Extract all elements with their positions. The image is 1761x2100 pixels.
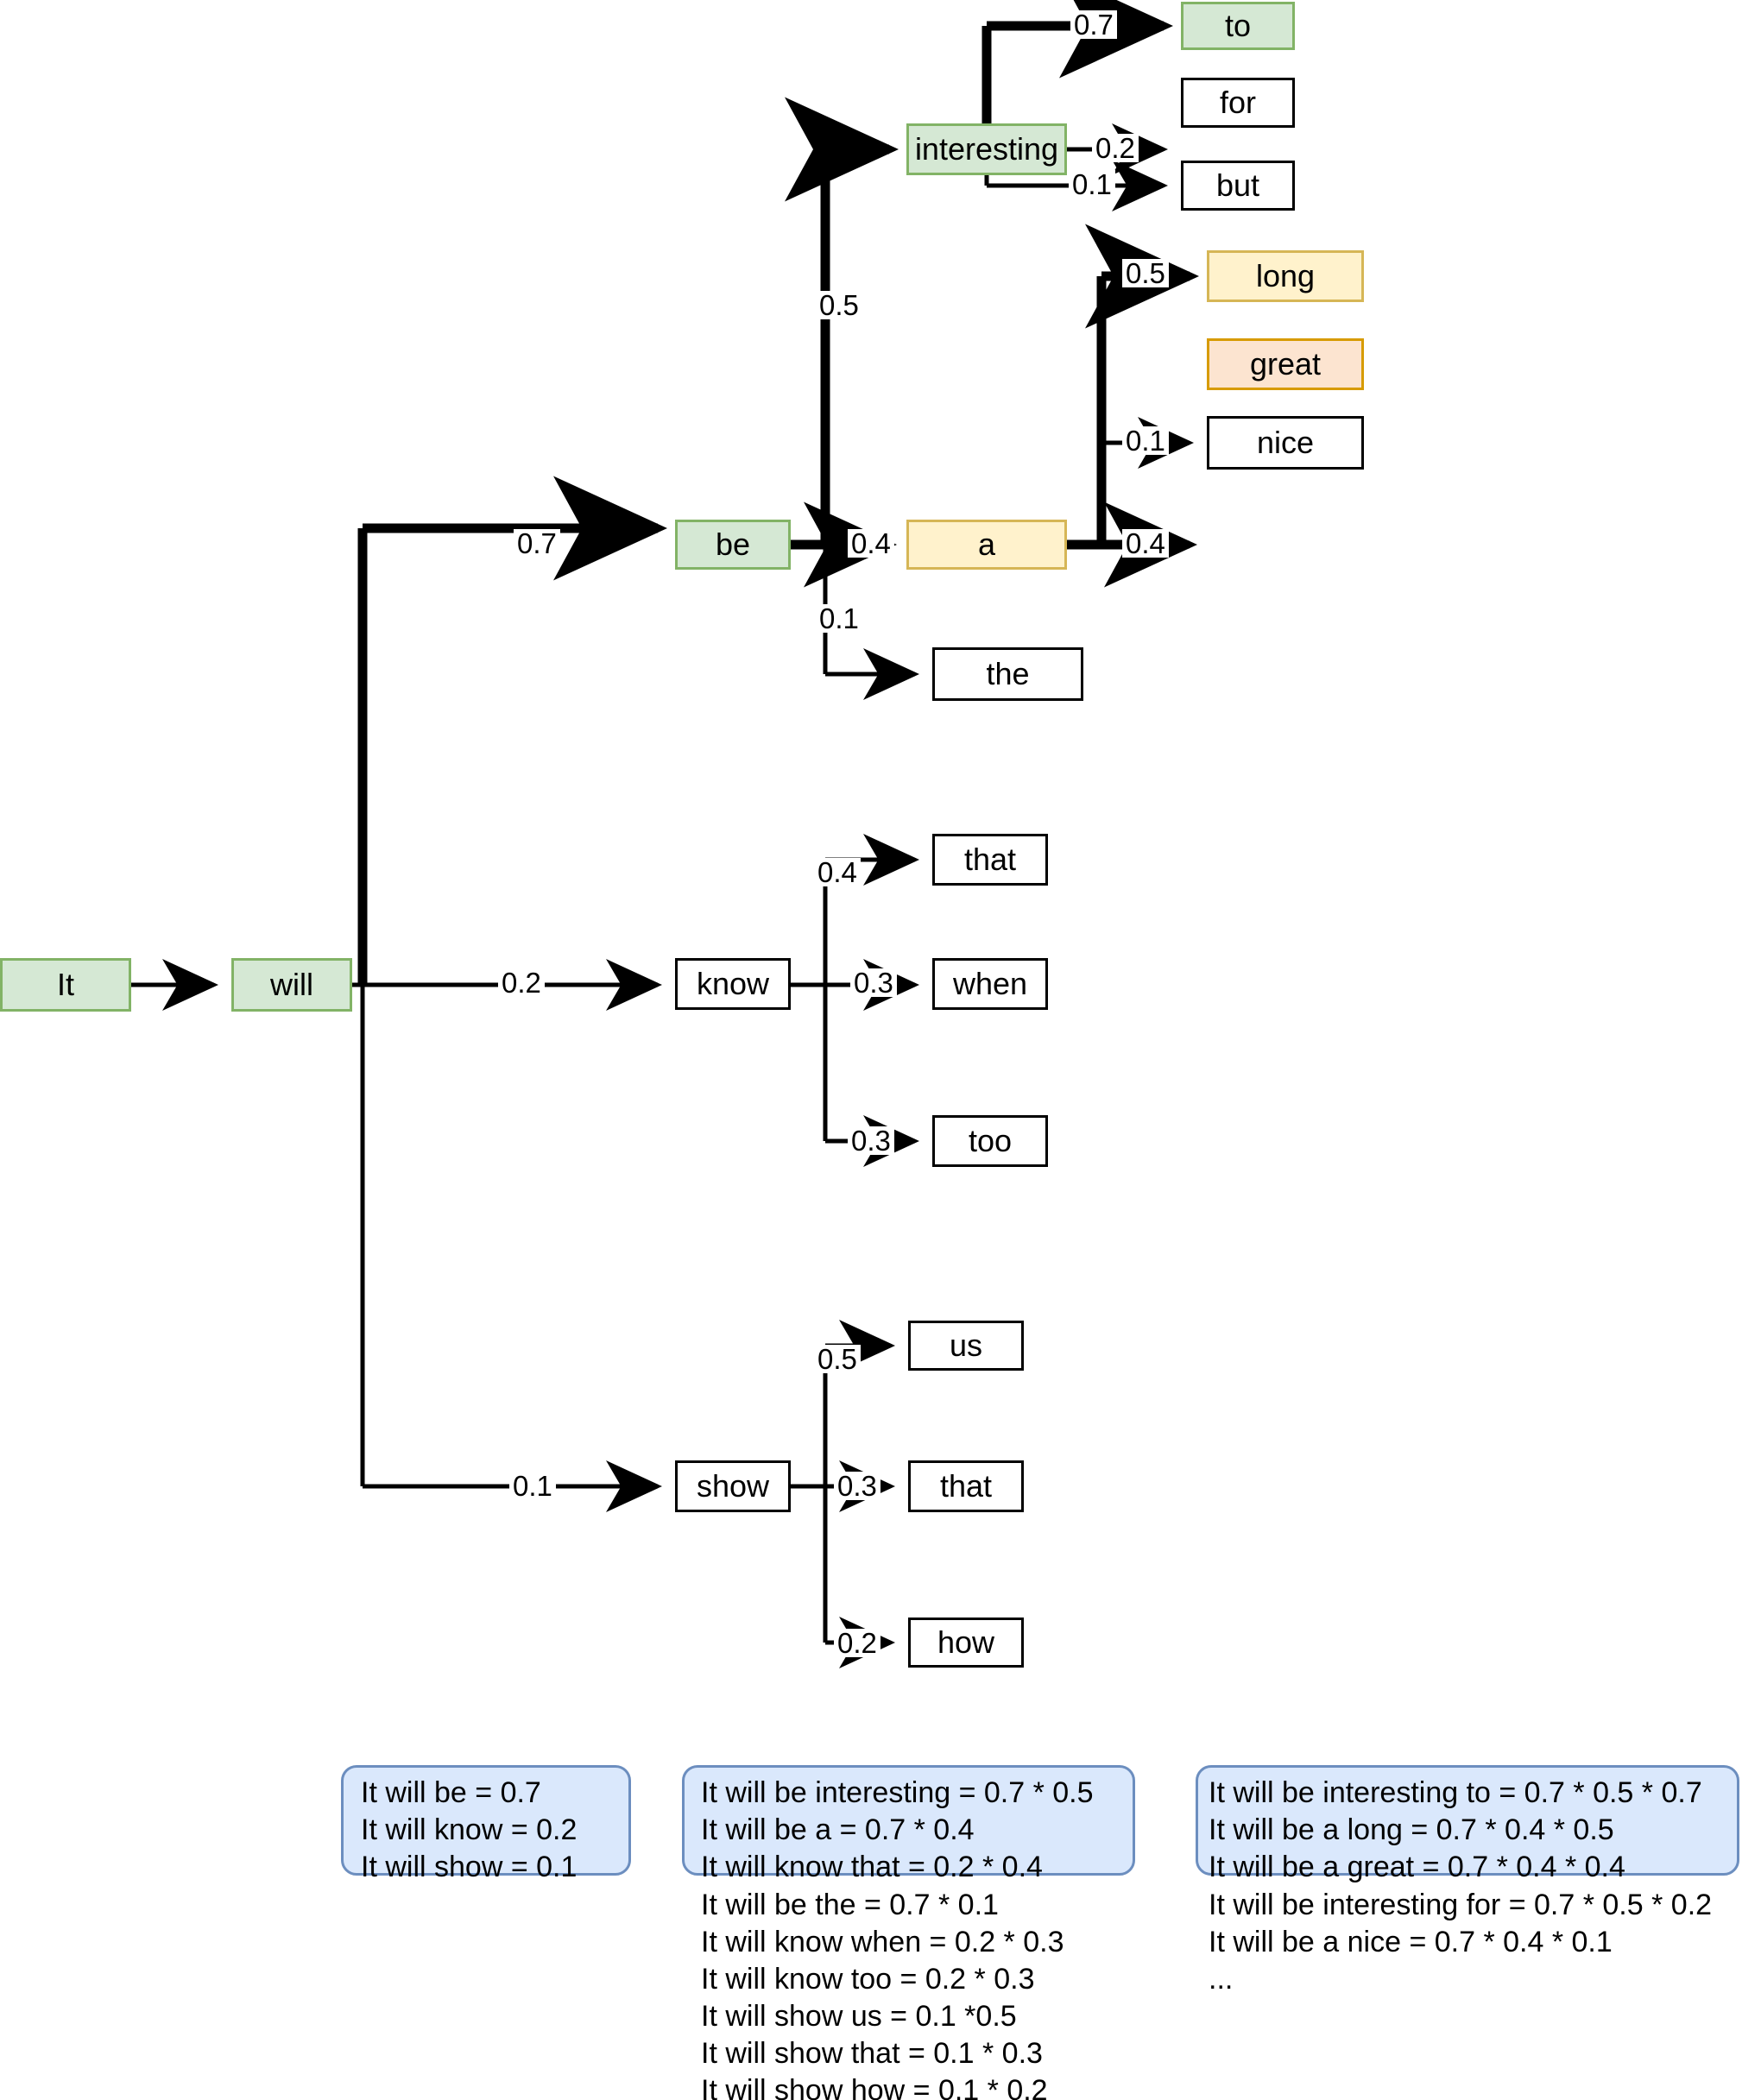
node-label: the xyxy=(986,656,1030,691)
node-label: but xyxy=(1215,167,1260,203)
node-how[interactable]: how xyxy=(908,1618,1024,1668)
edge-label-a-great: 0.4 xyxy=(1122,529,1169,558)
legend-column-3: It will be interesting to = 0.7 * 0.5 * … xyxy=(1209,1776,1713,1996)
node-that-show[interactable]: that xyxy=(908,1460,1024,1512)
node-long[interactable]: long xyxy=(1207,250,1364,302)
node-nice[interactable]: nice xyxy=(1207,416,1364,470)
edge-label-show-us: 0.5 xyxy=(814,1345,861,1373)
legend-column-2: It will be interesting = 0.7 * 0.5 It wi… xyxy=(701,1776,1094,2100)
node-know[interactable]: know xyxy=(675,958,791,1010)
legend-column-1: It will be = 0.7 It will know = 0.2 It w… xyxy=(361,1776,578,1884)
node-label: will xyxy=(270,967,313,1002)
node-label: to xyxy=(1224,8,1252,43)
edge-group-a xyxy=(1067,224,1199,588)
edge-group-be xyxy=(785,97,919,700)
node-label: that xyxy=(963,842,1017,877)
node-label: us xyxy=(949,1327,983,1363)
node-when[interactable]: when xyxy=(932,958,1048,1010)
edge-label-know-too: 0.3 xyxy=(848,1126,894,1155)
edge-label-interesting-for: 0.2 xyxy=(1092,134,1139,162)
node-to[interactable]: to xyxy=(1181,2,1295,50)
node-but[interactable]: but xyxy=(1181,161,1295,211)
node-a[interactable]: a xyxy=(906,520,1067,570)
node-us[interactable]: us xyxy=(908,1321,1024,1371)
node-label: be xyxy=(715,527,751,562)
node-too[interactable]: too xyxy=(932,1115,1048,1167)
node-label: know xyxy=(696,966,770,1001)
edge-label-be-a: 0.4 xyxy=(848,529,894,558)
node-label: great xyxy=(1249,346,1322,382)
node-label: when xyxy=(952,966,1028,1001)
edge-group-will xyxy=(352,476,667,1512)
edge-label-a-nice: 0.1 xyxy=(1122,426,1169,455)
node-great[interactable]: great xyxy=(1207,338,1364,390)
edge-label-will-be: 0.7 xyxy=(514,529,560,558)
edge-label-be-the: 0.1 xyxy=(816,604,862,633)
node-label: that xyxy=(939,1468,993,1504)
edge-label-interesting-but: 0.1 xyxy=(1069,170,1115,199)
edge-label-know-when: 0.3 xyxy=(850,968,897,997)
node-label: long xyxy=(1255,258,1316,293)
node-will[interactable]: will xyxy=(231,958,352,1012)
node-label: how xyxy=(937,1624,995,1660)
edge-label-know-that: 0.4 xyxy=(814,858,861,886)
edge-label-will-know: 0.2 xyxy=(498,968,545,997)
edge-label-show-how: 0.2 xyxy=(834,1629,880,1657)
node-interesting[interactable]: interesting xyxy=(906,123,1067,175)
node-label: for xyxy=(1219,85,1256,120)
node-show[interactable]: show xyxy=(675,1460,791,1512)
node-it[interactable]: It xyxy=(0,958,131,1012)
node-label: a xyxy=(977,527,996,562)
edge-label-will-show: 0.1 xyxy=(509,1472,556,1500)
node-label: interesting xyxy=(914,131,1059,167)
edge-label-a-long: 0.5 xyxy=(1122,259,1169,287)
node-be[interactable]: be xyxy=(675,520,791,570)
node-the[interactable]: the xyxy=(932,647,1083,701)
node-label: nice xyxy=(1256,425,1315,460)
node-label: too xyxy=(968,1123,1013,1158)
node-that-know[interactable]: that xyxy=(932,834,1048,886)
edge-label-be-interesting: 0.5 xyxy=(816,291,862,319)
edge-label-show-that: 0.3 xyxy=(834,1472,880,1500)
node-label: It xyxy=(56,967,74,1002)
edge-group-know xyxy=(791,834,919,1167)
node-label: show xyxy=(696,1468,770,1504)
diagram-canvas: It will be know show interesting a the t… xyxy=(0,0,1761,2100)
edge-label-interesting-to: 0.7 xyxy=(1070,10,1117,39)
node-for[interactable]: for xyxy=(1181,78,1295,128)
